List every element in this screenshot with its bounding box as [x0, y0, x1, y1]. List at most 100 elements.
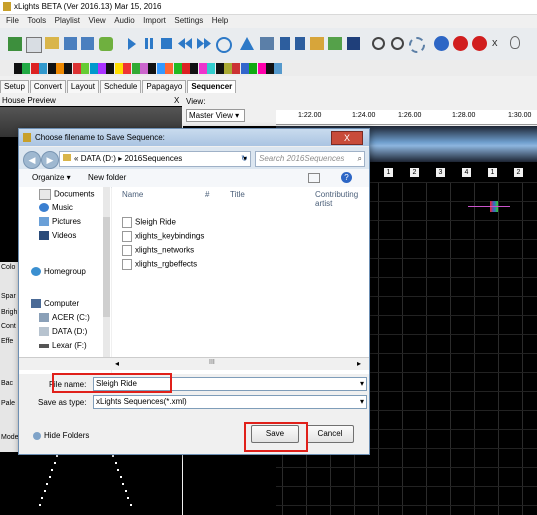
tab-setup[interactable]: Setup — [0, 80, 29, 93]
effect-icon[interactable] — [190, 63, 199, 74]
menu-file[interactable]: File — [6, 16, 19, 25]
menu-audio[interactable]: Audio — [114, 16, 134, 25]
lightbulb-icon[interactable] — [510, 36, 520, 49]
gear-icon[interactable] — [409, 37, 425, 53]
effect-icon[interactable] — [257, 63, 266, 74]
record-icon[interactable] — [472, 36, 487, 51]
save-icon[interactable] — [64, 37, 77, 50]
tab-convert[interactable]: Convert — [29, 80, 66, 93]
column-number[interactable]: # — [205, 190, 209, 199]
menu-settings[interactable]: Settings — [174, 16, 203, 25]
dialog-close-button[interactable]: X — [331, 131, 363, 145]
effect-icon[interactable] — [47, 63, 56, 74]
menu-playlist[interactable]: Playlist — [55, 16, 80, 25]
house-preview-close[interactable]: X — [174, 96, 179, 105]
column-contributing-artist[interactable]: Contributing artist — [315, 190, 369, 208]
effect-icon[interactable] — [165, 63, 174, 74]
triangle-tool-icon[interactable] — [240, 37, 254, 50]
nav-item-pictures[interactable]: Pictures — [39, 217, 81, 227]
nav-item-videos[interactable]: Videos — [39, 231, 76, 241]
effect-icon[interactable] — [156, 63, 165, 74]
forward-button[interactable]: ▶ — [41, 151, 59, 169]
cancel-button[interactable]: Cancel — [306, 425, 354, 443]
effect-icon[interactable] — [182, 63, 190, 74]
path-bar[interactable]: « DATA (D:) ▸ 2016Sequences ▾ — [59, 151, 251, 167]
timing-mark[interactable]: 2 — [514, 168, 523, 177]
back-button[interactable]: ◀ — [23, 151, 41, 169]
house-icon[interactable] — [310, 37, 324, 50]
render-icon[interactable] — [99, 37, 113, 51]
folder-icon[interactable] — [45, 37, 59, 49]
help-icon[interactable]: ? — [341, 172, 352, 183]
save-as-icon[interactable] — [81, 37, 94, 50]
tab-sequencer[interactable]: Sequencer — [187, 80, 237, 93]
column-name[interactable]: Name — [122, 190, 143, 199]
rewind-icon[interactable] — [178, 38, 192, 49]
effect-icon[interactable] — [39, 63, 48, 74]
timing-mark[interactable]: 1 — [488, 168, 497, 177]
effect-icon[interactable] — [215, 63, 224, 74]
text-tool-icon[interactable] — [260, 37, 274, 50]
fast-forward-icon[interactable] — [197, 38, 211, 49]
effect-icon[interactable] — [106, 63, 115, 74]
effect-icon[interactable] — [98, 63, 106, 74]
chevron-down-icon[interactable]: ▾ — [360, 396, 364, 408]
pause-icon[interactable] — [145, 38, 148, 49]
new-sequence-icon[interactable] — [8, 37, 22, 51]
timing-mark[interactable]: 1 — [384, 168, 393, 177]
x-icon[interactable]: x — [492, 37, 504, 50]
view-select[interactable]: Master View ▾ — [186, 109, 245, 122]
path-drive[interactable]: DATA (D:) — [81, 154, 116, 163]
menu-import[interactable]: Import — [143, 16, 166, 25]
horizontal-scrollbar[interactable]: ◂ III ▸ — [19, 357, 369, 370]
effect-icon[interactable] — [274, 63, 283, 74]
file-item[interactable]: xlights_keybindings — [122, 231, 204, 242]
effect-icon[interactable] — [224, 63, 232, 74]
timing-mark[interactable]: 3 — [436, 168, 445, 177]
search-input[interactable]: Search 2016Sequences ⌕ — [255, 151, 365, 167]
organize-button[interactable]: Organize ▾ — [32, 173, 71, 182]
tab-papagayo[interactable]: Papagayo — [142, 80, 187, 93]
path-folder[interactable]: 2016Sequences — [124, 154, 182, 163]
effect-icon[interactable] — [173, 63, 182, 74]
effect-icon[interactable] — [72, 63, 81, 74]
loop-icon[interactable] — [216, 37, 232, 53]
effect-icon[interactable] — [240, 63, 249, 74]
hide-folders-toggle[interactable]: Hide Folders — [33, 431, 89, 440]
nav-item-homegroup[interactable]: Homegroup — [31, 267, 86, 277]
scroll-grip[interactable]: III — [209, 359, 215, 366]
new-folder-button[interactable]: New folder — [88, 173, 126, 182]
chevron-down-icon[interactable]: ▾ — [360, 378, 364, 390]
effect-icon[interactable] — [22, 63, 31, 74]
timing-mark[interactable]: 2 — [410, 168, 419, 177]
stop-sign-icon[interactable] — [453, 36, 468, 51]
effect-icon[interactable] — [232, 63, 241, 74]
info-icon[interactable] — [434, 36, 449, 51]
effect-icon[interactable] — [114, 63, 123, 74]
nav-item-computer[interactable]: Computer — [31, 299, 79, 309]
file-item[interactable]: xlights_rgbeffects — [122, 259, 197, 270]
effect-icon[interactable] — [81, 63, 90, 74]
bold-b2-icon[interactable] — [295, 37, 305, 50]
scroll-right-icon[interactable]: ▸ — [357, 359, 361, 368]
zoom-in-icon[interactable] — [372, 37, 385, 50]
path-overflow[interactable]: « — [74, 154, 78, 163]
stop-icon[interactable] — [161, 38, 172, 49]
save-type-select[interactable]: xLights Sequences(*.xml) ▾ — [93, 395, 367, 409]
bold-b-icon[interactable] — [280, 37, 290, 50]
views-icon[interactable] — [308, 173, 320, 183]
nav-item-music[interactable]: Music — [39, 203, 73, 213]
refresh-icon[interactable]: ↻ — [241, 154, 248, 163]
nav-item-acer-drive[interactable]: ACER (C:) — [39, 313, 90, 323]
file-item[interactable]: xlights_networks — [122, 245, 194, 256]
timing-mark[interactable]: 4 — [462, 168, 471, 177]
nav-scroll-thumb[interactable] — [103, 217, 110, 317]
effect-icon[interactable] — [64, 63, 73, 74]
nav-item-documents[interactable]: Documents — [39, 189, 94, 200]
nav-item-lexar-drive[interactable]: Lexar (F:) — [39, 341, 87, 350]
effect-icon[interactable] — [249, 63, 258, 74]
menu-view[interactable]: View — [88, 16, 105, 25]
nav-item-data-drive[interactable]: DATA (D:) — [39, 327, 87, 337]
tab-layout[interactable]: Layout — [66, 80, 99, 93]
effect-icon[interactable] — [30, 63, 39, 74]
